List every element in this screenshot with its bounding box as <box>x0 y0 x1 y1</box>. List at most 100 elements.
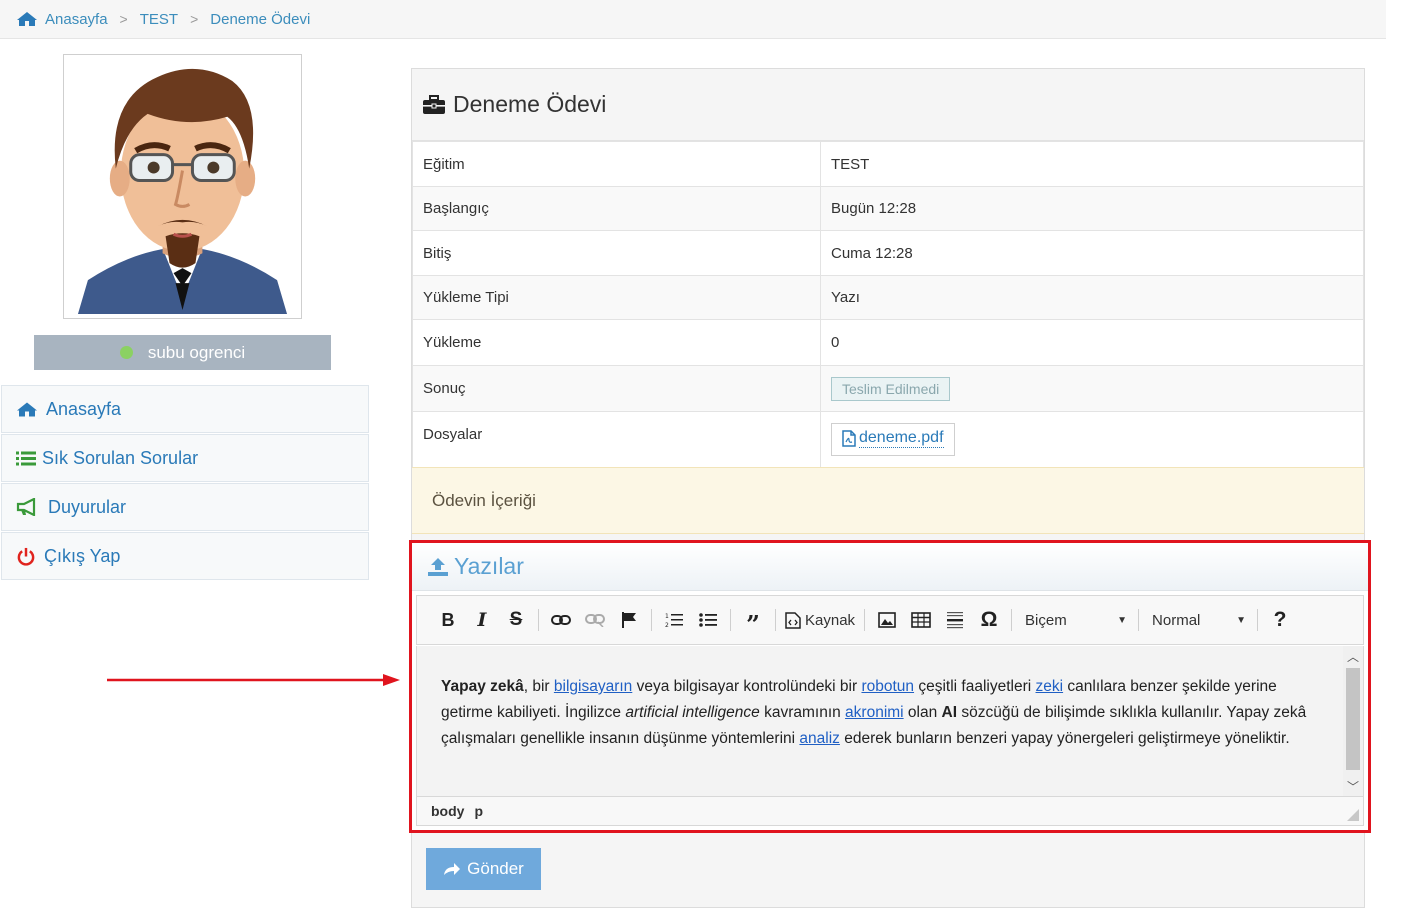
file-name: deneme.pdf <box>859 429 944 448</box>
editor-section: Yazılar B I S 1 2 ” Kaynak Ω Biçem ▼ Nor… <box>409 540 1371 833</box>
sidebar-item-label: Duyurular <box>48 496 127 517</box>
status-badge: Teslim Edilmedi <box>831 376 951 401</box>
home-icon <box>17 12 37 26</box>
italic-button[interactable]: I <box>468 605 496 635</box>
link-icon <box>551 615 571 625</box>
user-name: subu ogrenci <box>147 342 246 362</box>
text-span: olan <box>903 704 942 721</box>
briefcase-icon <box>423 94 445 114</box>
wiki-link[interactable]: robotun <box>861 678 914 695</box>
send-button[interactable]: Gönder <box>426 848 541 890</box>
anchor-button[interactable] <box>615 605 643 635</box>
wiki-link[interactable]: zeki <box>1036 678 1064 695</box>
image-icon <box>878 612 896 628</box>
row-value: Teslim Edilmedi <box>820 365 1364 412</box>
source-label: Kaynak <box>805 611 856 629</box>
send-button-label: Gönder <box>467 859 524 878</box>
unlink-icon <box>585 614 605 627</box>
breadcrumb-separator: > <box>190 11 199 27</box>
sidebar-item-announcements[interactable]: Duyurular <box>1 483 369 531</box>
file-download-button[interactable]: deneme.pdf <box>831 423 955 456</box>
unlink-button[interactable] <box>581 605 609 635</box>
wiki-link[interactable]: analiz <box>799 730 840 747</box>
image-button[interactable] <box>873 605 901 635</box>
list-icon <box>16 451 36 465</box>
sidebar-item-logout[interactable]: Çıkış Yap <box>1 532 369 580</box>
resize-handle-icon[interactable] <box>1347 809 1359 821</box>
breadcrumb-separator: > <box>119 11 128 27</box>
scroll-up-icon[interactable]: ︿ <box>1343 648 1363 666</box>
sidebar-item-faq[interactable]: Sık Sorulan Sorular <box>1 434 369 482</box>
source-icon <box>785 611 801 629</box>
assignment-info-table: Eğitim TEST Başlangıç Bugün 12:28 Bitiş … <box>412 141 1364 468</box>
table-row: Başlangıç Bugün 12:28 <box>412 186 1364 231</box>
sidebar-item-label: Anasayfa <box>46 398 122 419</box>
toolbar-separator <box>730 609 731 631</box>
page-title: Deneme Ödevi <box>412 69 1364 141</box>
svg-text:2: 2 <box>665 622 669 628</box>
editor-scrollbar[interactable]: ︿ ﹀ <box>1343 646 1363 796</box>
text-span: veya bilgisayar kontrolündeki bir <box>632 678 862 695</box>
row-value: 0 <box>820 319 1364 366</box>
wiki-link[interactable]: akronimi <box>845 704 904 721</box>
breadcrumb-course-link[interactable]: TEST <box>140 11 178 28</box>
user-status-badge: subu ogrenci <box>34 335 331 370</box>
table-button[interactable] <box>907 605 935 635</box>
chevron-down-icon: ▼ <box>1117 614 1128 626</box>
table-row: Eğitim TEST <box>412 141 1364 187</box>
numbered-list-button[interactable]: 1 2 <box>660 605 688 635</box>
assignment-content-label: Ödevin İçeriği <box>432 490 536 510</box>
row-key: Başlangıç <box>412 186 821 231</box>
assignment-content-box: Ödevin İçeriği <box>412 467 1364 534</box>
text-span: çeşitli faaliyetleri <box>914 678 1036 695</box>
editor-text[interactable]: Yapay zekâ, bir bilgisayarın veya bilgis… <box>441 674 1331 752</box>
table-row: Yükleme 0 <box>412 319 1364 366</box>
avatar-illustration <box>68 59 297 314</box>
scrollbar-thumb[interactable] <box>1346 668 1360 770</box>
path-item-body[interactable]: body <box>431 803 464 819</box>
text-span: kavramının <box>759 704 846 721</box>
horizontal-rule-button[interactable] <box>941 605 969 635</box>
source-button[interactable]: Kaynak <box>785 612 855 629</box>
strikethrough-button[interactable]: S <box>502 605 530 635</box>
assignment-title: Deneme Ödevi <box>453 91 607 117</box>
row-key: Yükleme Tipi <box>412 275 821 320</box>
breadcrumb: Anasayfa > TEST > Deneme Ödevi <box>0 0 1386 39</box>
scroll-down-icon[interactable]: ﹀ <box>1343 778 1363 796</box>
upload-icon <box>428 557 448 576</box>
row-key: Eğitim <box>412 141 821 187</box>
text-span: ederek bunların benzeri yapay yönergeler… <box>839 730 1290 747</box>
sidebar-nav: Anasayfa Sık Sorulan Sorular Duyurular Ç… <box>1 385 369 581</box>
style-select[interactable]: Normal ▼ <box>1144 605 1252 635</box>
toolbar-separator <box>864 609 866 631</box>
megaphone-icon <box>16 498 36 516</box>
sidebar-item-home[interactable]: Anasayfa <box>1 385 369 433</box>
bold-button[interactable]: B <box>434 605 462 635</box>
editor-title: Yazılar <box>454 553 524 579</box>
row-value: Yazı <box>820 275 1364 320</box>
blockquote-button[interactable]: ” <box>739 605 767 639</box>
text-span: , bir <box>523 678 554 695</box>
path-item-p[interactable]: p <box>474 803 483 819</box>
row-value: Cuma 12:28 <box>820 230 1364 276</box>
svg-text:1: 1 <box>665 613 669 620</box>
wiki-link[interactable]: bilgisayarın <box>554 678 632 695</box>
text-bold: Yapay zekâ <box>441 678 524 695</box>
editor-content-area[interactable]: Yapay zekâ, bir bilgisayarın veya bilgis… <box>416 646 1364 796</box>
editor-header: Yazılar <box>412 543 1368 591</box>
format-select[interactable]: Biçem ▼ <box>1017 605 1133 635</box>
table-row: Yükleme Tipi Yazı <box>412 275 1364 320</box>
text-bold: AI <box>941 704 958 721</box>
special-character-button[interactable]: Ω <box>975 605 1003 635</box>
row-key: Dosyalar <box>412 411 821 468</box>
toolbar-separator <box>538 609 539 631</box>
link-button[interactable] <box>547 605 575 635</box>
breadcrumb-home-link[interactable]: Anasayfa <box>45 11 108 28</box>
help-button[interactable]: ? <box>1266 605 1294 635</box>
breadcrumb-current: Deneme Ödevi <box>210 10 311 28</box>
pdf-file-icon <box>842 430 856 447</box>
bulleted-list-button[interactable] <box>694 605 722 635</box>
row-key: Bitiş <box>412 230 821 276</box>
chevron-down-icon: ▼ <box>1236 614 1247 626</box>
bulleted-list-icon <box>699 613 717 627</box>
